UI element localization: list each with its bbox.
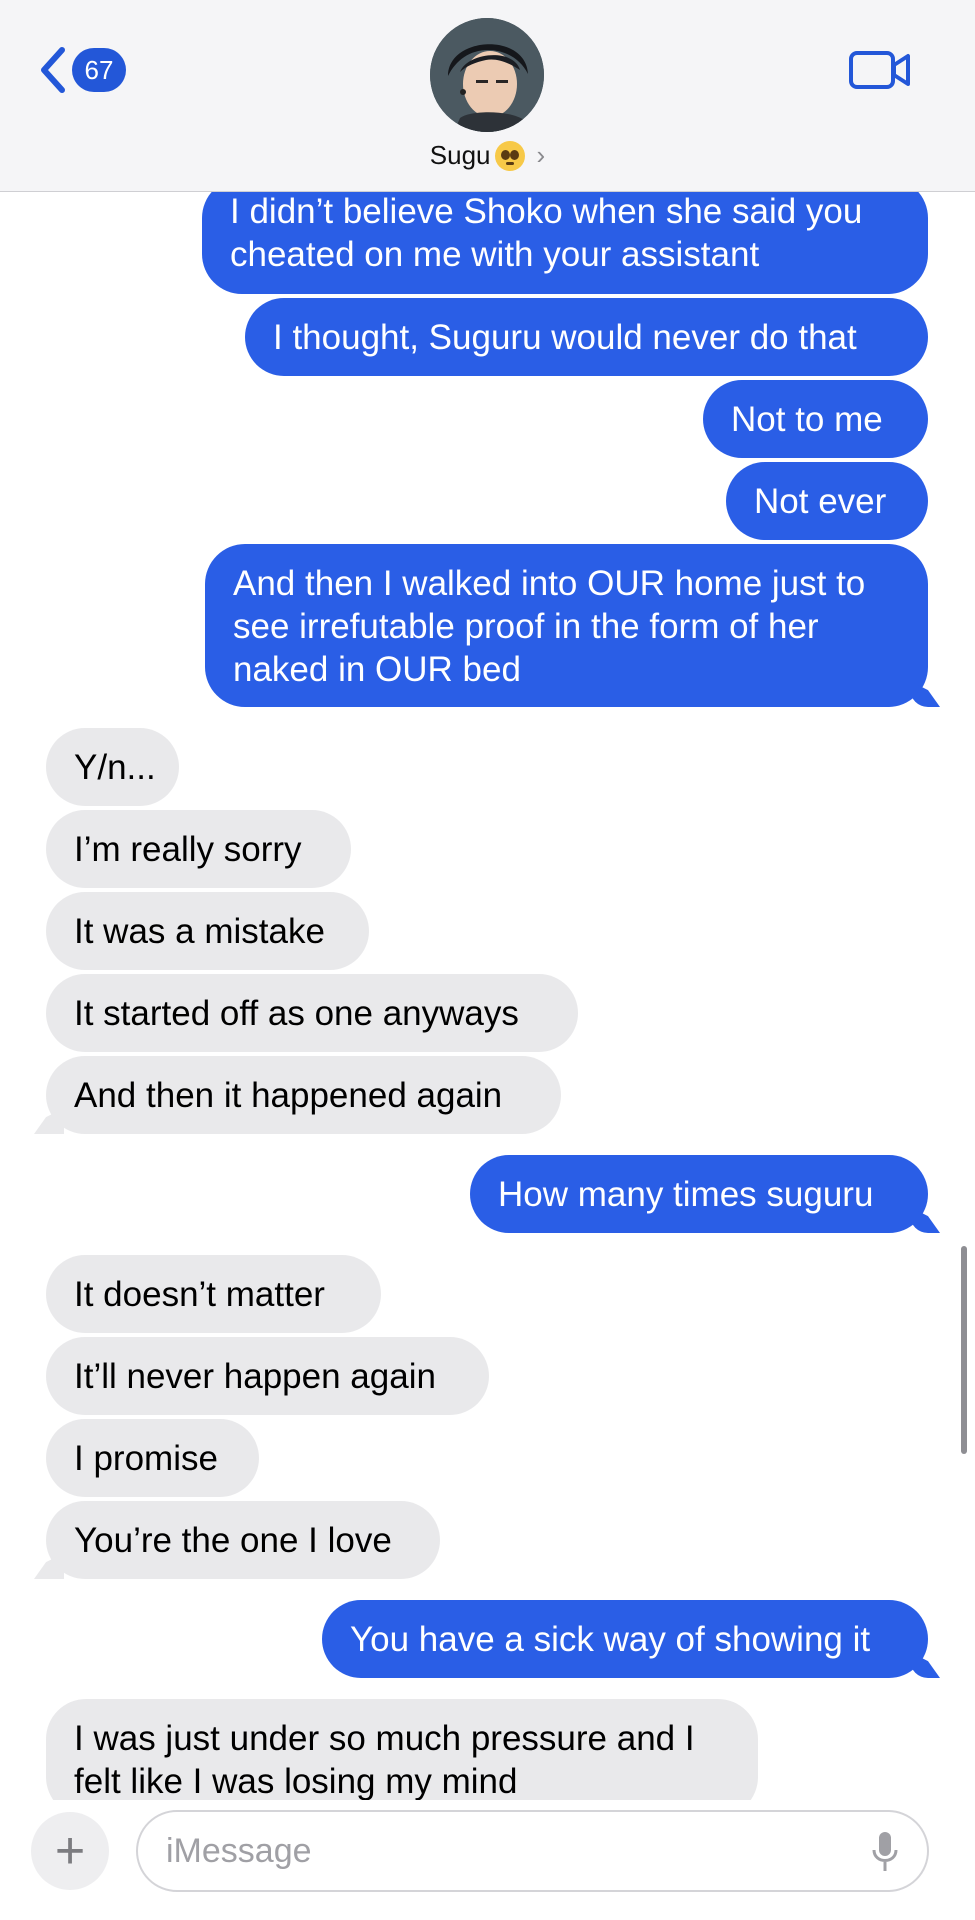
plus-button[interactable]: + — [31, 1812, 109, 1890]
message-sent[interactable]: Not ever — [726, 462, 928, 540]
message-received[interactable]: It started off as one anyways — [46, 974, 578, 1052]
avatar[interactable] — [430, 18, 544, 132]
plus-icon: + — [54, 1822, 86, 1880]
microphone-icon[interactable] — [871, 1830, 899, 1874]
conversation-header: 67 Sugu › — [0, 0, 975, 192]
message-input-placeholder: iMessage — [166, 1831, 312, 1870]
contact-photo — [430, 18, 544, 132]
unread-count-badge: 67 — [72, 48, 126, 92]
back-button[interactable]: 67 — [36, 44, 126, 96]
message-received[interactable]: It doesn’t matter — [46, 1255, 381, 1333]
message-received[interactable]: It was a mistake — [46, 892, 369, 970]
back-chevron-icon — [41, 47, 65, 93]
scrollbar[interactable] — [961, 1246, 967, 1454]
message-received[interactable]: You’re the one I love — [46, 1501, 440, 1579]
message-received[interactable]: It’ll never happen again — [46, 1337, 489, 1415]
message-thread[interactable]: I didn’t believe Shoko when she said you… — [0, 0, 975, 1817]
message-received[interactable]: I promise — [46, 1419, 259, 1497]
contact-name-button[interactable]: Sugu › — [0, 140, 975, 171]
message-input[interactable]: iMessage — [136, 1810, 929, 1892]
message-received[interactable]: I’m really sorry — [46, 810, 351, 888]
video-camera-icon[interactable] — [848, 48, 912, 92]
message-received[interactable]: And then it happened again — [46, 1056, 561, 1134]
message-sent[interactable]: How many times suguru — [470, 1155, 928, 1233]
message-received[interactable]: Y/n... — [46, 728, 179, 806]
message-sent[interactable]: And then I walked into OUR home just to … — [205, 544, 928, 707]
message-sent[interactable]: You have a sick way of showing it — [322, 1600, 928, 1678]
pleading-face-emoji-icon — [494, 140, 525, 171]
chevron-right-icon: › — [536, 140, 546, 170]
message-sent[interactable]: I didn’t believe Shoko when she said you… — [202, 178, 928, 294]
message-sent[interactable]: I thought, Suguru would never do that — [245, 298, 928, 376]
contact-name: Sugu — [429, 140, 491, 170]
message-sent[interactable]: Not to me — [703, 380, 928, 458]
